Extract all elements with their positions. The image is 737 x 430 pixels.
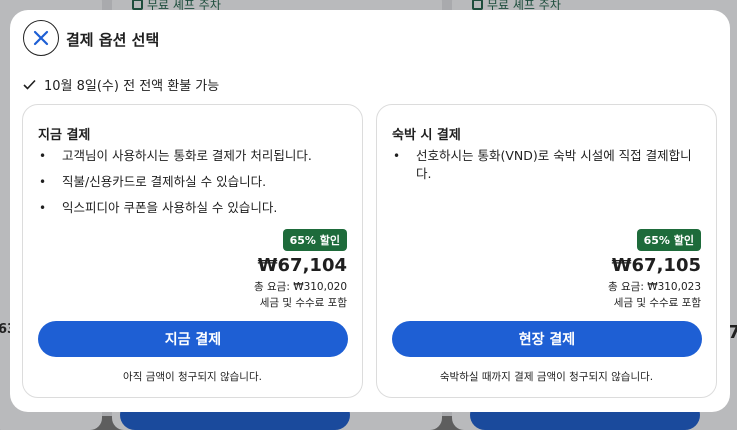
- pay-at-property-option: 숙박 시 결제 • 선호하시는 통화(VND)로 숙박 시설에 직접 결제합니다.…: [376, 104, 717, 398]
- list-item: • 직불/신용카드로 결제하실 수 있습니다.: [39, 174, 267, 189]
- option-title: 숙박 시 결제: [392, 128, 461, 143]
- pay-now-button[interactable]: 지금 결제: [38, 321, 348, 357]
- pay-now-option: 지금 결제 • 고객님이 사용하시는 통화로 결제가 처리됩니다. • 직불/신용카…: [22, 104, 363, 398]
- checkmark-icon: [23, 79, 36, 90]
- total-price: 총 요금: ₩310,023: [608, 281, 701, 293]
- payment-options-dialog: 결제 옵션 선택 10월 8일(수) 전 전액 환불 가능 지금 결제 • 고객님…: [10, 10, 730, 412]
- total-price: 총 요금: ₩310,020: [254, 281, 347, 293]
- list-item: • 익스피디아 쿠폰을 사용하실 수 있습니다.: [39, 200, 278, 215]
- nightly-price: ₩67,104: [257, 255, 347, 276]
- discount-badge: 65% 할인: [282, 229, 347, 251]
- list-item: • 고객님이 사용하시는 통화로 결제가 처리됩니다.: [39, 148, 312, 163]
- charge-note: 숙박하실 때까지 결제 금액이 청구되지 않습니다.: [439, 371, 654, 383]
- charge-note: 아직 금액이 청구되지 않습니다.: [123, 371, 262, 383]
- dialog-title: 결제 옵션 선택: [66, 31, 160, 49]
- nightly-price: ₩67,105: [611, 255, 701, 276]
- parking-icon: [132, 0, 143, 10]
- close-button[interactable]: [23, 20, 59, 56]
- option-benefits: • 선호하시는 통화(VND)로 숙박 시설에 직접 결제합니다.: [392, 147, 692, 191]
- taxes-note: 세금 및 수수료 포함: [259, 297, 347, 309]
- option-benefits: • 고객님이 사용하시는 통화로 결제가 처리됩니다. • 직불/신용카드로 결제하…: [38, 147, 353, 225]
- list-item: • 선호하시는 통화(VND)로 숙박 시설에 직접 결제합니다.: [393, 148, 692, 181]
- close-icon: [33, 30, 49, 46]
- parking-icon: [472, 0, 483, 10]
- refund-notice: 10월 8일(수) 전 전액 환불 가능: [23, 75, 219, 94]
- pay-at-property-button[interactable]: 현장 결제: [392, 321, 702, 357]
- taxes-note: 세금 및 수수료 포함: [613, 297, 701, 309]
- discount-badge: 65% 할인: [636, 229, 701, 251]
- option-title: 지금 결제: [38, 128, 91, 143]
